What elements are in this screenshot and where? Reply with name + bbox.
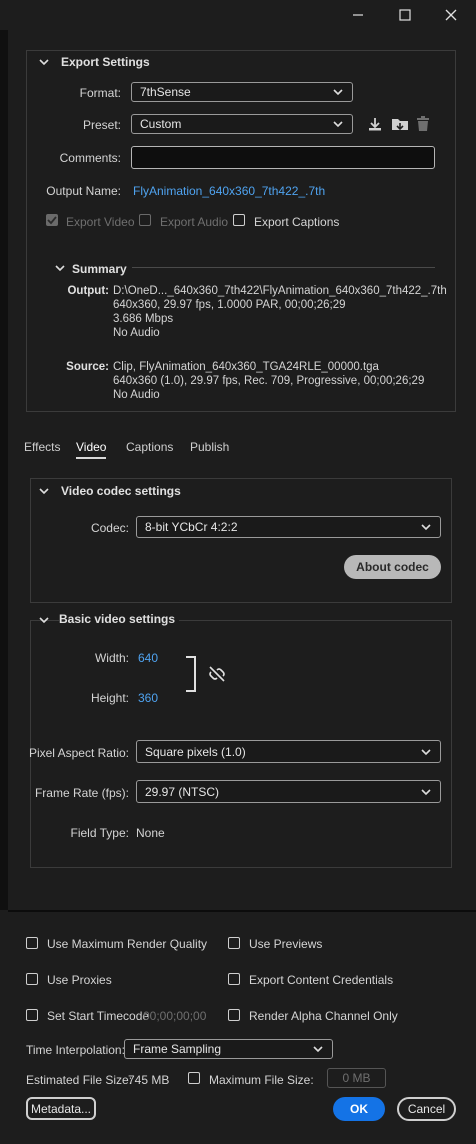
ok-button[interactable]: OK bbox=[333, 1097, 385, 1121]
max-file-size-input: 0 MB bbox=[327, 1068, 386, 1088]
estimated-size-value: 745 MB bbox=[128, 1073, 170, 1087]
preset-select[interactable]: Custom bbox=[131, 114, 353, 134]
height-label: Height: bbox=[90, 691, 129, 705]
codec-select[interactable]: 8-bit YCbCr 4:2:2 bbox=[136, 516, 441, 538]
alpha-only-label: Render Alpha Channel Only bbox=[249, 1009, 398, 1023]
export-captions-label: Export Captions bbox=[254, 215, 340, 229]
content-credentials-label: Export Content Credentials bbox=[249, 973, 394, 987]
pixel-aspect-label: Pixel Aspect Ratio: bbox=[28, 746, 129, 760]
use-previews-checkbox[interactable] bbox=[228, 937, 240, 949]
max-render-quality-checkbox[interactable] bbox=[26, 937, 38, 949]
chevron-down-icon[interactable] bbox=[38, 485, 50, 499]
about-codec-button[interactable]: About codec bbox=[344, 555, 441, 579]
summary-output-line-4: No Audio bbox=[113, 327, 160, 339]
summary-output-line-1: D:\OneD..._640x360_7th422\FlyAnimation_6… bbox=[113, 285, 447, 297]
summary-output-line-2: 640x360, 29.97 fps, 1.0000 PAR, 00;00;26… bbox=[113, 299, 346, 311]
format-value: 7thSense bbox=[140, 85, 191, 99]
preset-value: Custom bbox=[140, 117, 182, 131]
output-name-label: Output Name: bbox=[46, 184, 121, 198]
close-icon bbox=[445, 9, 457, 21]
chevron-down-icon bbox=[313, 1046, 323, 1053]
chevron-down-icon bbox=[421, 524, 431, 531]
export-settings-title: Export Settings bbox=[61, 55, 150, 69]
use-previews-label: Use Previews bbox=[249, 937, 323, 951]
comments-input[interactable] bbox=[131, 146, 435, 169]
save-preset-icon[interactable] bbox=[367, 116, 383, 135]
field-type-value: None bbox=[136, 826, 165, 840]
chevron-down-icon bbox=[421, 748, 431, 755]
close-window-button[interactable] bbox=[428, 0, 474, 30]
codec-label: Codec: bbox=[90, 521, 129, 535]
export-settings-panel bbox=[26, 50, 456, 412]
max-file-size-label: Maximum File Size: bbox=[209, 1073, 314, 1087]
summary-source-line-2: 640x360 (1.0), 29.97 fps, Rec. 709, Prog… bbox=[113, 375, 425, 387]
export-video-checkbox bbox=[46, 214, 58, 226]
start-timecode-value: 00;00;00;00 bbox=[143, 1009, 207, 1023]
link-bracket bbox=[186, 656, 196, 692]
content-credentials-checkbox[interactable] bbox=[228, 973, 240, 985]
chevron-down-icon bbox=[333, 121, 343, 128]
max-file-size-checkbox[interactable] bbox=[188, 1072, 200, 1084]
minimize-icon bbox=[353, 14, 363, 16]
tab-publish[interactable]: Publish bbox=[190, 440, 229, 454]
export-video-label: Export Video bbox=[66, 215, 135, 229]
delete-preset-icon[interactable] bbox=[416, 116, 430, 135]
estimated-size-label: Estimated File Size: bbox=[26, 1073, 133, 1087]
summary-output-label: Output: bbox=[67, 285, 109, 297]
summary-source-line-1: Clip, FlyAnimation_640x360_TGA24RLE_0000… bbox=[113, 361, 379, 373]
tab-video-underline bbox=[76, 457, 106, 459]
chevron-down-icon[interactable] bbox=[38, 614, 50, 628]
tab-captions[interactable]: Captions bbox=[126, 440, 173, 454]
chevron-down-icon bbox=[421, 788, 431, 795]
video-codec-title: Video codec settings bbox=[61, 484, 181, 498]
tab-video[interactable]: Video bbox=[76, 440, 106, 454]
time-interpolation-label: Time Interpolation: bbox=[26, 1043, 125, 1057]
import-preset-icon[interactable] bbox=[391, 116, 409, 135]
summary-source-line-3: No Audio bbox=[113, 389, 160, 401]
tab-effects[interactable]: Effects bbox=[24, 440, 60, 454]
pixel-aspect-value: Square pixels (1.0) bbox=[145, 744, 246, 759]
height-value[interactable]: 360 bbox=[138, 691, 158, 705]
summary-title: Summary bbox=[72, 262, 127, 276]
export-captions-checkbox[interactable] bbox=[233, 214, 245, 226]
max-render-quality-label: Use Maximum Render Quality bbox=[47, 937, 208, 951]
frame-rate-value: 29.97 (NTSC) bbox=[145, 784, 220, 799]
minimize-button[interactable] bbox=[335, 0, 381, 30]
format-select[interactable]: 7thSense bbox=[131, 82, 353, 102]
export-audio-checkbox bbox=[139, 214, 151, 226]
time-interpolation-value: Frame Sampling bbox=[133, 1042, 222, 1056]
width-value[interactable]: 640 bbox=[138, 651, 158, 665]
width-label: Width: bbox=[94, 651, 129, 665]
format-label: Format: bbox=[79, 86, 121, 100]
field-type-label: Field Type: bbox=[70, 826, 129, 840]
bottom-divider bbox=[8, 910, 476, 912]
codec-value: 8-bit YCbCr 4:2:2 bbox=[145, 520, 238, 534]
time-interpolation-select[interactable]: Frame Sampling bbox=[124, 1039, 333, 1059]
summary-output-line-3: 3.686 Mbps bbox=[113, 313, 174, 325]
output-name-link[interactable]: FlyAnimation_640x360_7th422_.7th bbox=[133, 184, 325, 198]
comments-label: Comments: bbox=[59, 151, 121, 165]
pixel-aspect-select[interactable]: Square pixels (1.0) bbox=[136, 740, 441, 763]
frame-rate-select[interactable]: 29.97 (NTSC) bbox=[136, 780, 441, 803]
unlink-icon[interactable] bbox=[208, 665, 226, 686]
chevron-down-icon[interactable] bbox=[54, 262, 66, 276]
frame-rate-label: Frame Rate (fps): bbox=[34, 786, 129, 800]
export-audio-label: Export Audio bbox=[160, 215, 229, 229]
metadata-button[interactable]: Metadata... bbox=[26, 1097, 96, 1120]
summary-divider bbox=[132, 267, 435, 268]
cancel-button[interactable]: Cancel bbox=[397, 1097, 456, 1121]
preset-label: Preset: bbox=[82, 118, 121, 132]
maximize-button[interactable] bbox=[382, 0, 428, 30]
alpha-only-checkbox[interactable] bbox=[228, 1009, 240, 1021]
chevron-down-icon bbox=[333, 89, 343, 96]
chevron-down-icon[interactable] bbox=[38, 56, 52, 68]
start-timecode-checkbox[interactable] bbox=[26, 1009, 38, 1021]
basic-video-title: Basic video settings bbox=[59, 612, 180, 626]
start-timecode-label: Set Start Timecode bbox=[47, 1009, 150, 1023]
use-proxies-checkbox[interactable] bbox=[26, 973, 38, 985]
summary-source-label: Source: bbox=[66, 361, 109, 373]
maximize-icon bbox=[399, 9, 411, 21]
use-proxies-label: Use Proxies bbox=[47, 973, 112, 987]
